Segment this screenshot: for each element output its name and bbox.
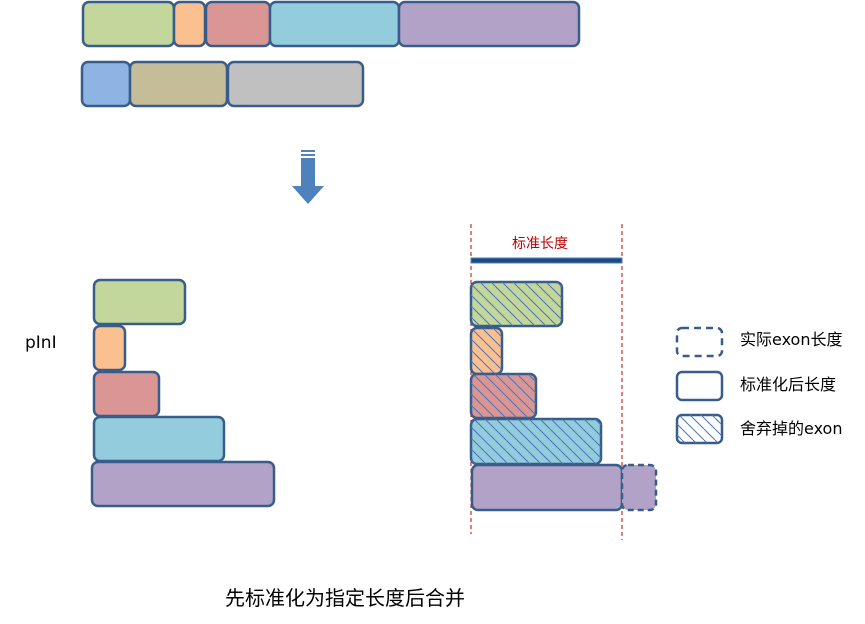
exon-block-gray	[226, 60, 365, 108]
down-arrow-icon	[292, 150, 324, 204]
normalized-exon-orange-hatch	[471, 328, 502, 374]
legend-swatch-dashed	[675, 326, 724, 358]
exon-block-red	[204, 0, 272, 48]
stacked-exon-orange	[92, 324, 127, 372]
row-label: pInI	[25, 333, 57, 353]
right-normalized-exons	[469, 280, 658, 512]
exon-normalization-diagram: pInI 标准长度 实际exon长度 标准化后长度 舍弃掉的exon 先标准化为…	[25, 0, 842, 610]
legend: 实际exon长度 标准化后长度 舍弃掉的exon	[675, 326, 842, 445]
stacked-exon-green	[92, 278, 187, 326]
exon-block-purple	[397, 0, 581, 48]
left-stacked-exons	[90, 278, 276, 508]
diagram-caption: 先标准化为指定长度后合并	[225, 586, 465, 610]
standard-length-bar	[470, 257, 623, 264]
normalized-exon-green-hatch	[471, 282, 562, 326]
stacked-exon-blue	[92, 415, 226, 463]
exon-block-blue	[268, 0, 401, 48]
legend-label-actual-length: 实际exon长度	[740, 330, 842, 349]
standard-length-label: 标准长度	[512, 236, 568, 252]
normalized-exon-blue-hatch	[471, 419, 601, 464]
top-exon-row-1	[81, 0, 581, 48]
normalized-exon-red-hatch	[471, 374, 536, 418]
exon-block-cornflower	[80, 60, 132, 108]
stacked-exon-red	[92, 370, 161, 418]
legend-label-discarded-exon: 舍弃掉的exon	[740, 419, 842, 438]
stacked-exon-purple	[90, 460, 276, 508]
exon-block-tan	[128, 60, 229, 108]
legend-swatch-hatched-fill	[677, 415, 722, 443]
top-exon-row-2	[80, 60, 365, 108]
legend-label-normalized-length: 标准化后长度	[740, 375, 836, 394]
normalized-exon-purple	[470, 463, 624, 512]
exon-block-orange	[172, 0, 207, 48]
discarded-exon-segment	[620, 463, 658, 512]
legend-swatch-solid	[675, 370, 724, 402]
exon-block-green	[81, 0, 176, 48]
